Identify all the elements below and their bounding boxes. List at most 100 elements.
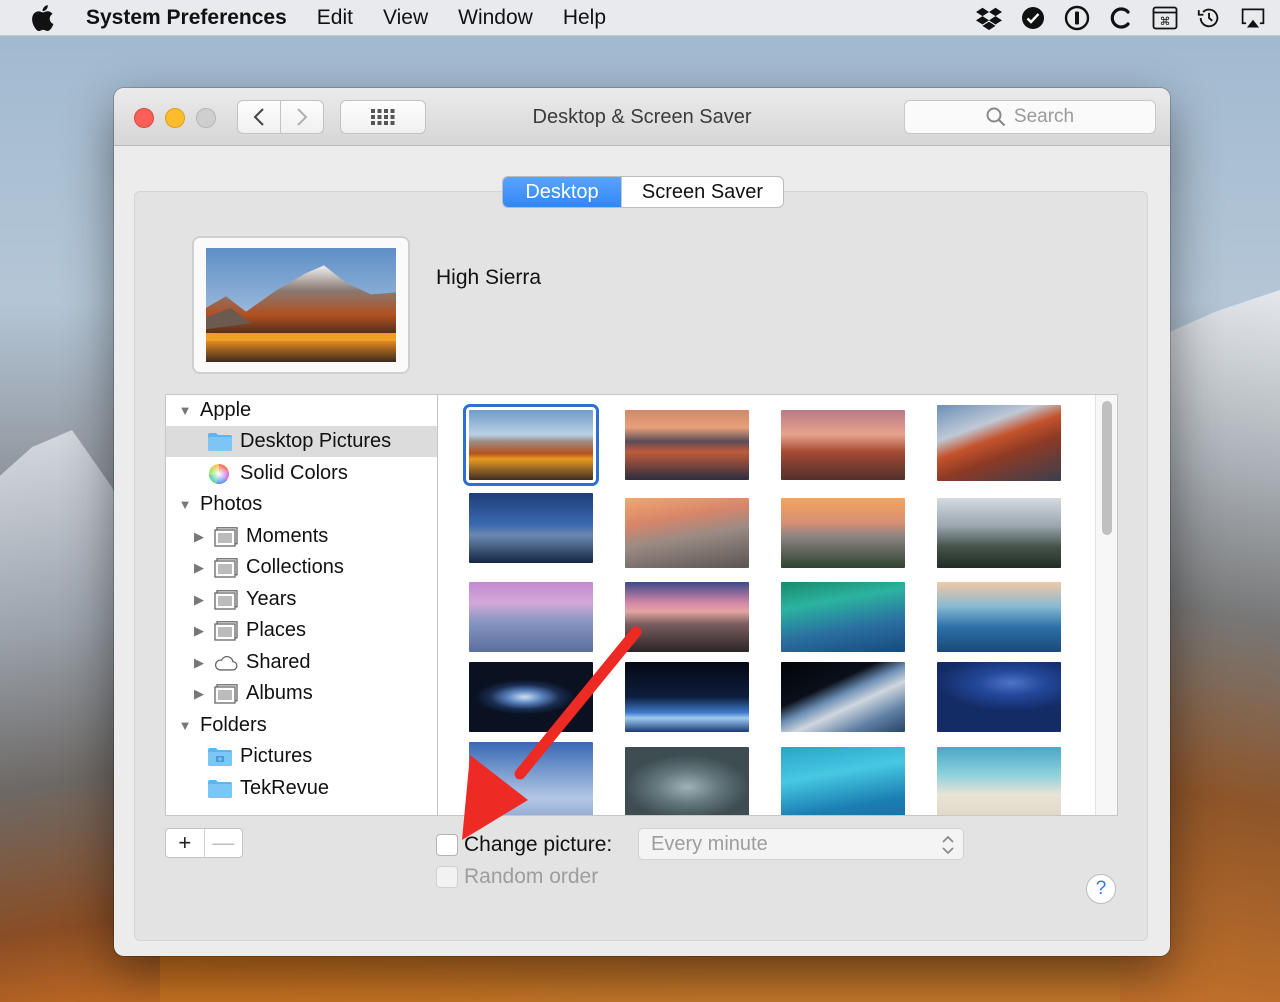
search-icon (986, 107, 1006, 127)
group-folders[interactable]: ▼ Folders (166, 710, 437, 741)
grid-scroll-thumb[interactable] (1102, 401, 1112, 535)
preview-image (206, 248, 396, 362)
wallpaper-thumb-yosemite-night[interactable] (469, 493, 593, 563)
source-label: Albums (246, 682, 313, 704)
tab-desktop[interactable]: Desktop (503, 177, 621, 207)
random-order-checkbox[interactable] (436, 866, 458, 888)
source-label: Solid Colors (240, 462, 348, 484)
source-desktop-pictures[interactable]: Desktop Pictures (166, 426, 437, 457)
source-pictures[interactable]: Pictures (166, 741, 437, 772)
disclosure-open-icon[interactable]: ▼ (178, 718, 192, 733)
source-tekrevue[interactable]: TekRevue (166, 773, 437, 804)
wallpaper-thumb-el-capitan[interactable] (937, 405, 1061, 481)
disclosure-closed-icon[interactable]: ▶ (192, 560, 206, 576)
grid-icon (371, 109, 395, 125)
time-machine-icon[interactable] (1196, 5, 1222, 31)
cloud-icon (214, 653, 238, 673)
back-button[interactable] (237, 100, 281, 134)
interval-value: Every minute (651, 832, 768, 855)
source-label: Collections (246, 556, 344, 578)
zoom-button[interactable] (196, 108, 216, 128)
minimize-button[interactable] (165, 108, 185, 128)
wallpaper-thumb-earth-moon[interactable] (625, 662, 749, 732)
source-shared[interactable]: ▶ Shared (166, 647, 437, 678)
menu-edit[interactable]: Edit (317, 6, 353, 30)
source-collections[interactable]: ▶ Collections (166, 552, 437, 583)
menu-help[interactable]: Help (563, 6, 606, 30)
wallpaper-thumb-sierra-2[interactable] (781, 410, 905, 480)
remove-folder-button[interactable]: — (205, 829, 243, 857)
source-moments[interactable]: ▶ Moments (166, 521, 437, 552)
window-title: Desktop & Screen Saver (532, 106, 752, 128)
source-solid-colors[interactable]: Solid Colors (166, 458, 437, 489)
onepassword-icon[interactable] (1064, 5, 1090, 31)
interval-popup[interactable]: Every minute (638, 828, 964, 860)
disclosure-open-icon[interactable]: ▼ (178, 403, 192, 418)
grid-scrollbar[interactable] (1095, 395, 1117, 815)
wallpaper-thumb-sierra[interactable] (625, 410, 749, 480)
add-folder-button[interactable]: + (166, 829, 205, 857)
album-stack-icon (214, 683, 238, 704)
wallpaper-thumb-yosemite-fog[interactable] (937, 498, 1061, 568)
disclosure-closed-icon[interactable]: ▶ (192, 655, 206, 671)
wallpaper-thumb-yosemite[interactable] (781, 498, 905, 568)
forward-button[interactable] (280, 100, 324, 134)
desktop-preview (192, 236, 410, 374)
disclosure-closed-icon[interactable]: ▶ (192, 623, 206, 639)
album-stack-icon (214, 557, 238, 578)
apple-menu-icon[interactable] (30, 4, 64, 32)
search-placeholder: Search (1013, 106, 1075, 127)
folder-icon (208, 432, 232, 452)
album-stack-icon (214, 589, 238, 610)
airplay-icon[interactable] (1240, 5, 1266, 31)
svg-text:⌘: ⌘ (1160, 15, 1171, 28)
help-button[interactable]: ? (1086, 874, 1116, 904)
album-stack-icon (214, 620, 238, 641)
menu-window[interactable]: Window (458, 6, 533, 30)
wallpaper-thumb-earth-horizon[interactable] (781, 662, 905, 732)
disclosure-closed-icon[interactable]: ▶ (192, 529, 206, 545)
menu-app-name[interactable]: System Preferences (86, 6, 287, 30)
wallpaper-thumb-high-sierra[interactable] (463, 404, 599, 486)
change-picture-label[interactable]: Change picture: (464, 833, 612, 857)
preferences-window: Desktop & Screen Saver Search Desktop Sc… (114, 88, 1170, 956)
tab-screen-saver[interactable]: Screen Saver (621, 177, 783, 207)
checkmark-circle-icon[interactable] (1020, 5, 1046, 31)
wallpaper-thumb-yosemite-half-dome[interactable] (625, 498, 749, 568)
group-apple[interactable]: ▼ Apple (166, 395, 437, 426)
menu-bar: System Preferences Edit View Window Help… (0, 0, 1280, 36)
wallpaper-thumb-milky-way[interactable] (937, 662, 1061, 732)
folder-icon (208, 779, 232, 799)
wallpaper-thumb-mavericks-lake[interactable] (625, 582, 749, 652)
group-photos[interactable]: ▼ Photos (166, 489, 437, 520)
close-button[interactable] (134, 108, 154, 128)
wallpaper-thumb-wave-green[interactable] (781, 582, 905, 652)
ccleaner-icon[interactable] (1108, 5, 1134, 31)
search-field[interactable]: Search (904, 100, 1156, 134)
disclosure-open-icon[interactable]: ▼ (178, 497, 192, 512)
source-places[interactable]: ▶ Places (166, 615, 437, 646)
wallpaper-thumb-clouds[interactable] (625, 747, 749, 815)
wallpaper-thumb-galaxy[interactable] (469, 662, 593, 732)
wallpaper-thumb-wave-blue[interactable] (937, 582, 1061, 652)
disclosure-closed-icon[interactable]: ▶ (192, 592, 206, 608)
source-label: TekRevue (240, 777, 329, 799)
wallpaper-thumb-moon-sky[interactable] (469, 742, 593, 815)
dropbox-icon[interactable] (976, 5, 1002, 31)
chevron-right-icon (297, 108, 308, 126)
pictures-folder-icon (208, 747, 232, 767)
wallpaper-thumb-turquoise-sea[interactable] (781, 747, 905, 815)
source-label: Years (246, 588, 297, 610)
source-albums[interactable]: ▶ Albums (166, 678, 437, 709)
source-list: ▼ Apple Desktop Pictures Solid Colors ▼ … (165, 394, 437, 816)
command-window-icon[interactable]: ⌘ (1152, 5, 1178, 31)
menu-view[interactable]: View (383, 6, 428, 30)
wallpaper-thumb-beach[interactable] (937, 747, 1061, 815)
source-label: Desktop Pictures (240, 430, 392, 452)
random-order-label[interactable]: Random order (464, 865, 598, 889)
source-years[interactable]: ▶ Years (166, 584, 437, 615)
change-picture-checkbox[interactable] (436, 834, 458, 856)
status-area: ⌘ (976, 0, 1266, 36)
wallpaper-thumb-yosemite-purple[interactable] (469, 582, 593, 652)
disclosure-closed-icon[interactable]: ▶ (192, 686, 206, 702)
